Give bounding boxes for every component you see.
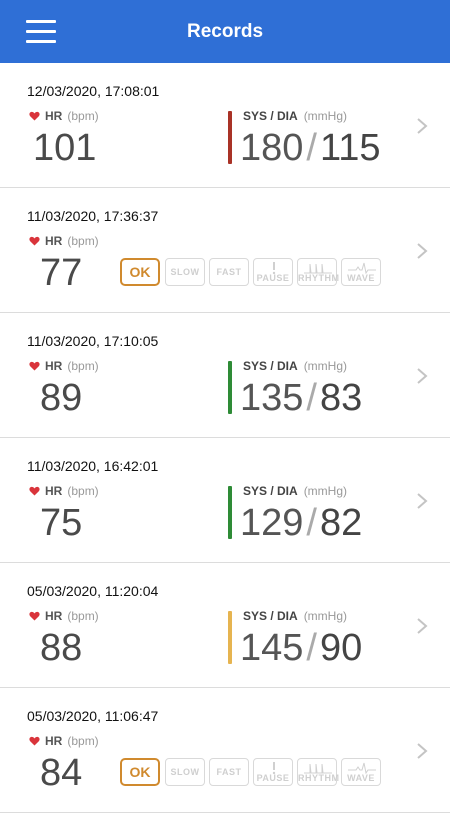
slow-badge: SLOW (165, 258, 205, 286)
ecg-badges: OK SLOW FAST PAUSE RHYTHM WAVE (120, 758, 385, 786)
hr-value: 88 (40, 627, 83, 669)
heart-icon (29, 486, 40, 496)
chevron-right-icon (417, 368, 428, 384)
page-title: Records (186, 21, 264, 42)
wave-badge: WAVE (341, 258, 381, 286)
fast-badge: FAST (209, 758, 249, 786)
record-timestamp: 12/03/2020, 17:08:01 (27, 83, 160, 99)
chevron-right-icon (417, 493, 428, 509)
slow-badge: SLOW (165, 758, 205, 786)
ecg-badges: OK SLOW FAST PAUSE RHYTHM WAVE (120, 258, 385, 286)
fast-badge: FAST (209, 258, 249, 286)
record-timestamp: 05/03/2020, 11:20:04 (27, 583, 159, 599)
bp-status-bar (228, 486, 232, 539)
hr-label: HR (bpm) (29, 608, 99, 624)
ok-badge: OK (120, 758, 160, 786)
bp-status-bar (228, 361, 232, 414)
hr-value: 77 (40, 252, 83, 294)
bp-values: 180/115 (240, 127, 381, 169)
hr-value: 89 (40, 377, 83, 419)
bp-values: 135/83 (240, 377, 363, 419)
record-row[interactable]: 11/03/2020, 17:36:37 HR (bpm) 77 OK SLOW … (0, 188, 450, 313)
chevron-right-icon (417, 618, 428, 634)
hr-label: HR (bpm) (29, 233, 99, 249)
bp-label: SYS / DIA (mmHg) (243, 359, 348, 373)
pause-badge: PAUSE (253, 258, 293, 286)
chevron-right-icon (417, 118, 428, 134)
hr-label: HR (bpm) (29, 733, 99, 749)
record-timestamp: 11/03/2020, 17:36:37 (27, 208, 159, 224)
heart-icon (29, 111, 40, 121)
hr-value: 75 (40, 502, 83, 544)
wave-badge: WAVE (341, 758, 381, 786)
bp-values: 129/82 (240, 502, 363, 544)
heart-icon (29, 361, 40, 371)
bp-values: 145/90 (240, 627, 363, 669)
bp-label: SYS / DIA (mmHg) (243, 484, 348, 498)
record-timestamp: 05/03/2020, 11:06:47 (27, 708, 159, 724)
hr-label: HR (bpm) (29, 358, 99, 374)
chevron-right-icon (417, 743, 428, 759)
record-row[interactable]: 05/03/2020, 11:20:04 HR (bpm) 88 SYS / DI… (0, 563, 450, 688)
rhythm-badge: RHYTHM (297, 258, 339, 286)
heart-icon (29, 611, 40, 621)
bp-label: SYS / DIA (mmHg) (243, 609, 348, 623)
record-timestamp: 11/03/2020, 16:42:01 (27, 458, 159, 474)
record-timestamp: 11/03/2020, 17:10:05 (27, 333, 159, 349)
rhythm-badge: RHYTHM (297, 758, 339, 786)
heart-icon (29, 736, 40, 746)
bp-status-bar (228, 611, 232, 664)
chevron-right-icon (417, 243, 428, 259)
hr-value: 84 (40, 752, 83, 794)
record-row[interactable]: 12/03/2020, 17:08:01 HR (bpm) 101 SYS / D… (0, 63, 450, 188)
record-row[interactable]: 11/03/2020, 17:10:05 HR (bpm) 89 SYS / DI… (0, 313, 450, 438)
pause-badge: PAUSE (253, 758, 293, 786)
record-row[interactable]: 11/03/2020, 16:42:01 HR (bpm) 75 SYS / DI… (0, 438, 450, 563)
bp-status-bar (228, 111, 232, 164)
hr-value: 101 (33, 127, 97, 169)
hr-label: HR (bpm) (29, 483, 99, 499)
record-row[interactable]: 05/03/2020, 11:06:47 HR (bpm) 84 OK SLOW … (0, 688, 450, 813)
heart-icon (29, 236, 40, 246)
hr-label: HR (bpm) (29, 108, 99, 124)
records-list: 12/03/2020, 17:08:01 HR (bpm) 101 SYS / D… (0, 63, 450, 813)
ok-badge: OK (120, 258, 160, 286)
bp-label: SYS / DIA (mmHg) (243, 109, 348, 123)
app-header: Records (0, 0, 450, 63)
